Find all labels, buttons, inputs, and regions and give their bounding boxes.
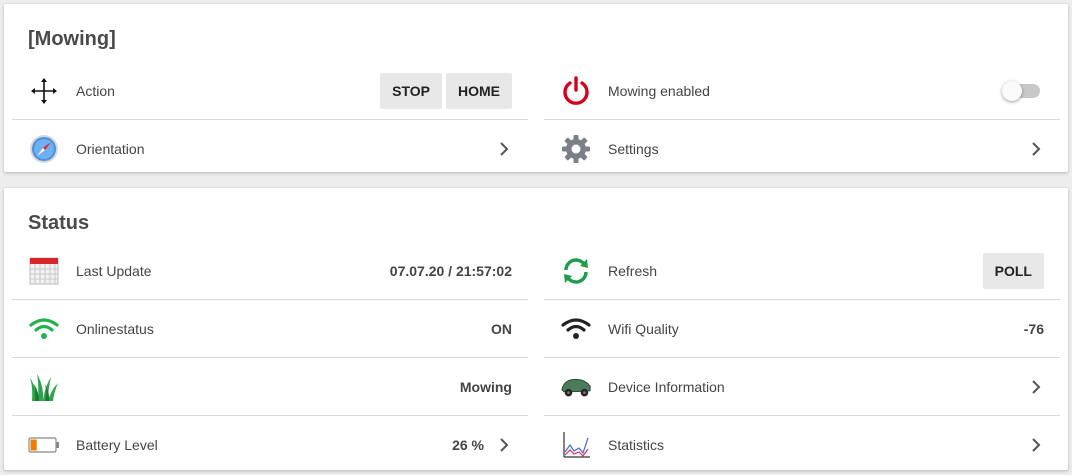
action-buttons: STOP HOME	[380, 72, 512, 109]
status-right-column: Refresh POLL Wifi Quality -76 Device Inf…	[544, 242, 1060, 473]
wifi-quality-label: Wifi Quality	[608, 320, 679, 337]
toggle-knob	[1002, 80, 1022, 101]
statistics-row[interactable]: Statistics	[544, 416, 1060, 473]
mowing-left-column: Action STOP HOME Orientation	[12, 62, 528, 177]
battery-level-value: 26 %	[452, 436, 484, 453]
compass-icon	[28, 133, 60, 165]
chevron-right-icon[interactable]	[1028, 437, 1044, 453]
orientation-row[interactable]: Orientation	[12, 120, 528, 177]
mower-state-value: Mowing	[459, 378, 512, 395]
chevron-right-icon[interactable]	[496, 141, 512, 157]
action-row: Action STOP HOME	[12, 62, 528, 120]
chevron-right-icon[interactable]	[1028, 141, 1044, 157]
mowing-card-title: [Mowing]	[28, 28, 116, 50]
wifi-quality-value: -76	[1023, 320, 1044, 337]
status-left-column: Last Update 07.07.20 / 21:57:02 Onlinest…	[12, 242, 528, 473]
wifi-quality-row: Wifi Quality -76	[544, 300, 1060, 358]
stop-button[interactable]: STOP	[380, 72, 442, 109]
refresh-buttons: POLL	[982, 252, 1044, 289]
battery-level-label: Battery Level	[76, 436, 158, 453]
settings-label: Settings	[608, 140, 659, 157]
move-arrows-icon	[28, 75, 60, 107]
mowing-enabled-label: Mowing enabled	[608, 82, 710, 99]
orientation-label: Orientation	[76, 140, 145, 157]
device-information-label: Device Information	[608, 378, 725, 395]
device-information-row[interactable]: Device Information	[544, 358, 1060, 416]
action-label: Action	[76, 82, 115, 99]
refresh-icon	[560, 255, 592, 287]
gear-icon	[560, 133, 592, 165]
refresh-row: Refresh POLL	[544, 242, 1060, 300]
mower-state-row: Mowing	[12, 358, 528, 416]
calendar-icon	[28, 255, 60, 287]
onlinestatus-value: ON	[491, 320, 512, 337]
battery-icon	[28, 429, 60, 461]
last-update-row: Last Update 07.07.20 / 21:57:02	[12, 242, 528, 300]
home-button[interactable]: HOME	[446, 72, 512, 109]
last-update-value: 07.07.20 / 21:57:02	[389, 262, 512, 279]
onlinestatus-label: Onlinestatus	[76, 320, 154, 337]
chart-icon	[560, 429, 592, 461]
wifi-signal-icon	[560, 313, 592, 345]
battery-fill	[30, 439, 37, 450]
mowing-enabled-row: Mowing enabled	[544, 62, 1060, 120]
chevron-right-icon[interactable]	[496, 437, 512, 453]
battery-level-row[interactable]: Battery Level 26 %	[12, 416, 528, 473]
grass-icon	[28, 371, 60, 403]
mowing-right-column: Mowing enabled Settings	[544, 62, 1060, 177]
settings-row[interactable]: Settings	[544, 120, 1060, 177]
wifi-icon	[28, 313, 60, 345]
power-icon	[560, 75, 592, 107]
mowing-card: [Mowing] Action STOP HOME Orientation Mo…	[4, 4, 1068, 172]
status-card: Status Last Update 07.07.20 / 21:57:02 O…	[4, 188, 1068, 470]
refresh-label: Refresh	[608, 262, 658, 279]
chevron-right-icon[interactable]	[1028, 379, 1044, 395]
status-card-title: Status	[28, 212, 90, 234]
statistics-label: Statistics	[608, 436, 665, 453]
last-update-label: Last Update	[76, 262, 152, 279]
mowing-enabled-toggle[interactable]	[1002, 80, 1040, 101]
poll-button[interactable]: POLL	[982, 252, 1044, 289]
onlinestatus-row: Onlinestatus ON	[12, 300, 528, 358]
robot-mower-icon	[560, 371, 592, 403]
